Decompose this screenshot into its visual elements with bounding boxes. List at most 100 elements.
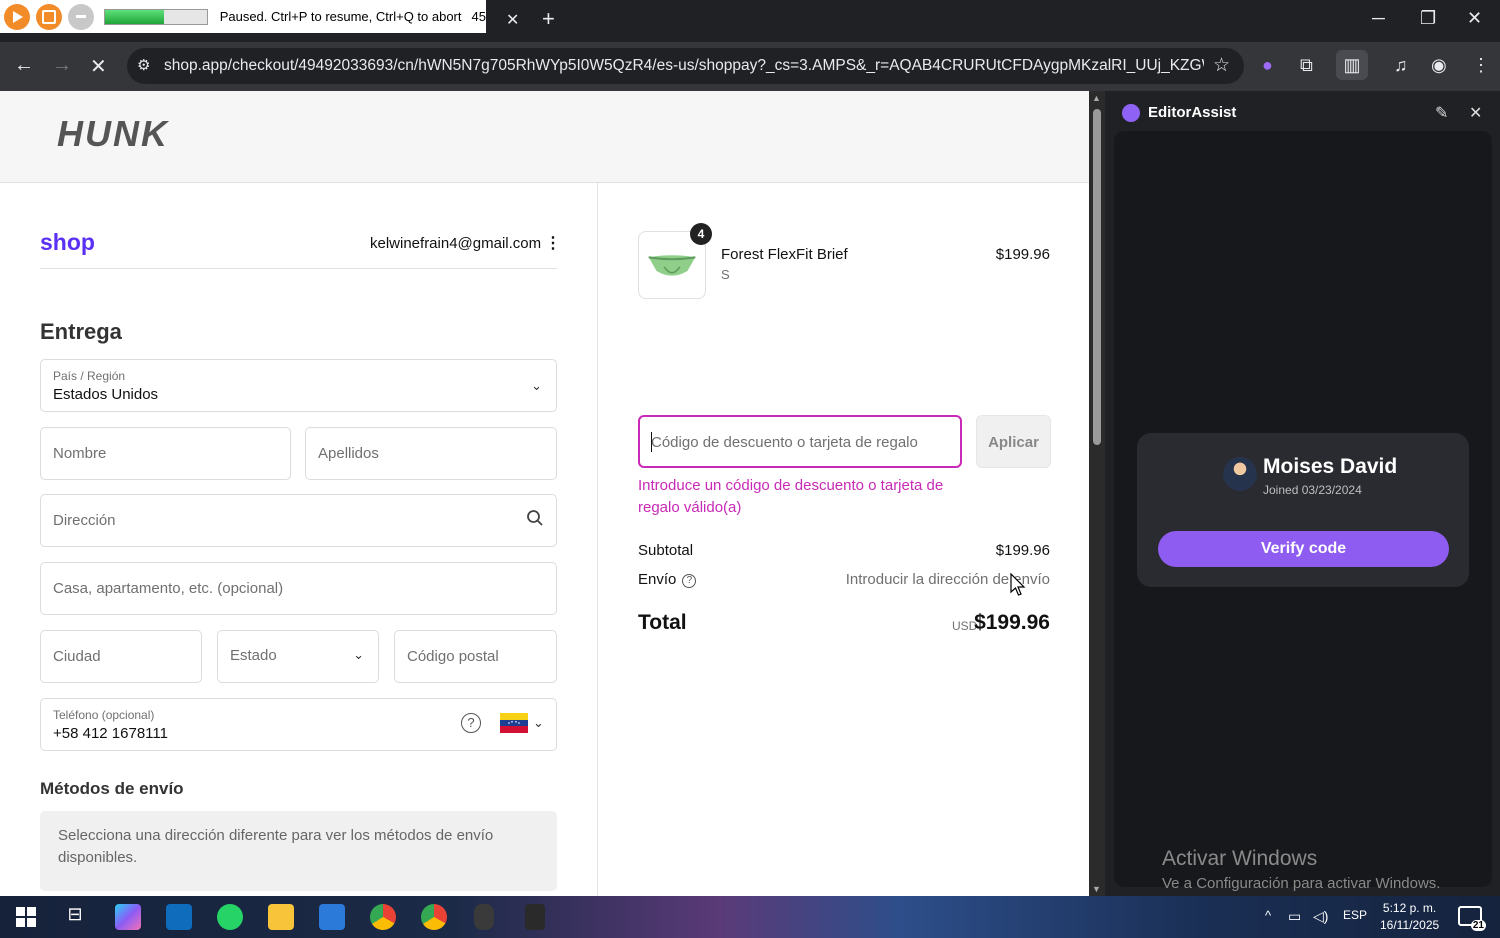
side-panel: EditorAssist ✎ ✕ Moises David Joined 03/…: [1105, 91, 1500, 896]
shipping-methods-notice: Selecciona una dirección diferente para …: [40, 811, 557, 891]
user-card: Moises David Joined 03/23/2024 Verify co…: [1137, 433, 1469, 587]
state-select[interactable]: Estado ⌄: [217, 630, 379, 683]
chevron-down-icon[interactable]: ⌄: [533, 715, 544, 731]
side-panel-icon[interactable]: ▥: [1336, 50, 1368, 80]
scroll-up-icon[interactable]: ▲: [1092, 93, 1101, 103]
state-placeholder: Estado: [230, 647, 277, 664]
text-caret: [651, 432, 652, 452]
file-explorer-icon[interactable]: [268, 904, 294, 930]
task-view-icon[interactable]: ⊟: [62, 904, 88, 930]
address-bar[interactable]: ⚙ shop.app/checkout/49492033693/cn/hWN5N…: [127, 48, 1244, 84]
page-scrollbar[interactable]: ▲ ▼: [1089, 91, 1105, 896]
city-placeholder: Ciudad: [53, 648, 101, 665]
discount-code-input[interactable]: Código de descuento o tarjeta de regalo: [638, 415, 962, 468]
resume-icon[interactable]: [4, 3, 30, 30]
side-panel-title: EditorAssist: [1148, 104, 1237, 121]
network-icon[interactable]: ▭: [1288, 908, 1301, 925]
venezuela-flag-icon[interactable]: [500, 713, 528, 733]
checkout-form: shop kelwinefrain4@gmail.com ⋮ Entrega P…: [0, 183, 597, 896]
pin-icon[interactable]: ✎: [1435, 103, 1448, 123]
outlook-icon[interactable]: [166, 904, 192, 930]
stop-loading-icon[interactable]: ✕: [90, 54, 107, 79]
clock-date: 16/11/2025: [1380, 918, 1440, 932]
chrome-icon[interactable]: [370, 904, 396, 930]
apartment-field[interactable]: Casa, apartamento, etc. (opcional): [40, 562, 557, 615]
recorder-progress-fill: [104, 9, 164, 24]
subtotal-value: $199.96: [995, 542, 1050, 559]
last-name-placeholder: Apellidos: [318, 445, 379, 462]
help-icon[interactable]: ?: [682, 574, 697, 588]
shipping-methods-title: Métodos de envío: [40, 779, 184, 798]
last-name-field[interactable]: Apellidos: [305, 427, 557, 480]
address-field[interactable]: Dirección: [40, 494, 557, 547]
address-placeholder: Dirección: [53, 512, 116, 529]
app-icon[interactable]: [525, 904, 545, 930]
forward-icon[interactable]: →: [52, 54, 72, 77]
mouse-app-icon[interactable]: [474, 904, 494, 930]
delivery-title: Entrega: [40, 319, 122, 344]
windows-activation-watermark: Activar Windows Ve a Configuración para …: [1162, 847, 1440, 892]
activate-title: Activar Windows: [1162, 847, 1318, 870]
recorder-progress: [103, 8, 208, 25]
minimize-icon[interactable]: [67, 3, 94, 30]
first-name-field[interactable]: Nombre: [40, 427, 291, 480]
user-joined: Joined 03/23/2024: [1263, 483, 1362, 497]
verify-code-button[interactable]: Verify code: [1158, 531, 1449, 567]
store-logo[interactable]: HUNK: [57, 113, 169, 155]
minimize-window-icon[interactable]: ─: [1372, 8, 1385, 29]
side-panel-content: Moises David Joined 03/23/2024 Verify co…: [1114, 131, 1492, 892]
recorder-status: Paused. Ctrl+P to resume, Ctrl+Q to abor…: [219, 9, 462, 24]
shipping-label: Envío: [638, 571, 677, 588]
volume-icon[interactable]: ◁): [1313, 908, 1328, 925]
product-price: $199.96: [995, 246, 1050, 263]
account-menu-icon[interactable]: ⋮: [545, 233, 561, 253]
star-icon[interactable]: ☆: [1213, 54, 1230, 77]
first-name-placeholder: Nombre: [53, 445, 107, 462]
windows-start-icon[interactable]: [16, 907, 36, 927]
quantity-badge: 4: [690, 223, 712, 245]
close-window-icon[interactable]: ✕: [1467, 8, 1482, 29]
stop-icon[interactable]: [35, 3, 62, 30]
profile-icon[interactable]: ◉: [1431, 55, 1447, 76]
puzzle-icon[interactable]: ⧉: [1300, 55, 1313, 76]
menu-icon[interactable]: ⋮: [1472, 55, 1490, 76]
notifications-icon[interactable]: 21: [1458, 906, 1486, 931]
zip-field[interactable]: Código postal: [394, 630, 557, 683]
account-email: kelwinefrain4@gmail.com: [370, 235, 542, 252]
back-icon[interactable]: ←: [14, 54, 34, 77]
help-icon[interactable]: ?: [461, 713, 481, 733]
mouse-cursor-icon: [1010, 573, 1026, 596]
copilot-icon[interactable]: [115, 904, 141, 930]
product-name: Forest FlexFit Brief: [721, 246, 848, 263]
clock[interactable]: 5:12 p. m. 16/11/2025: [1380, 900, 1439, 934]
new-tab-icon[interactable]: +: [542, 6, 555, 32]
tray-chevron-icon[interactable]: ^: [1265, 908, 1271, 923]
whatsapp-icon[interactable]: [217, 904, 243, 930]
country-select[interactable]: País / Región Estados Unidos ⌄: [40, 359, 557, 412]
checkout-page: HUNK shop kelwinefrain4@gmail.com ⋮ Entr…: [0, 91, 1089, 896]
site-info-icon[interactable]: ⚙: [137, 56, 150, 74]
media-icon[interactable]: ♫: [1394, 55, 1408, 76]
language-indicator[interactable]: ESP: [1343, 908, 1367, 922]
url-text[interactable]: shop.app/checkout/49492033693/cn/hWN5N7g…: [164, 57, 1204, 75]
store-icon[interactable]: [319, 904, 345, 930]
city-field[interactable]: Ciudad: [40, 630, 202, 683]
search-icon: [527, 510, 543, 526]
phone-value: +58 412 1678111: [53, 725, 168, 742]
scroll-thumb[interactable]: [1093, 109, 1101, 445]
close-icon[interactable]: ✕: [1469, 103, 1482, 123]
scroll-down-icon[interactable]: ▼: [1092, 884, 1101, 894]
phone-field[interactable]: Teléfono (opcional) +58 412 1678111 ? ⌄: [40, 698, 557, 751]
extension-icon[interactable]: ●: [1262, 55, 1273, 76]
chevron-down-icon: ⌄: [353, 647, 364, 662]
apply-button[interactable]: Aplicar: [976, 415, 1051, 468]
divider: [40, 268, 557, 269]
recorder-toolbar: Paused. Ctrl+P to resume, Ctrl+Q to abor…: [0, 0, 486, 33]
editorassist-logo-icon: [1122, 104, 1140, 122]
apartment-placeholder: Casa, apartamento, etc. (opcional): [53, 580, 284, 597]
restore-window-icon[interactable]: ❐: [1420, 8, 1436, 29]
chrome-icon[interactable]: [421, 904, 447, 930]
close-tab-icon[interactable]: ✕: [506, 10, 519, 30]
user-name: Moises David: [1263, 455, 1398, 478]
clock-time: 5:12 p. m.: [1382, 901, 1437, 915]
